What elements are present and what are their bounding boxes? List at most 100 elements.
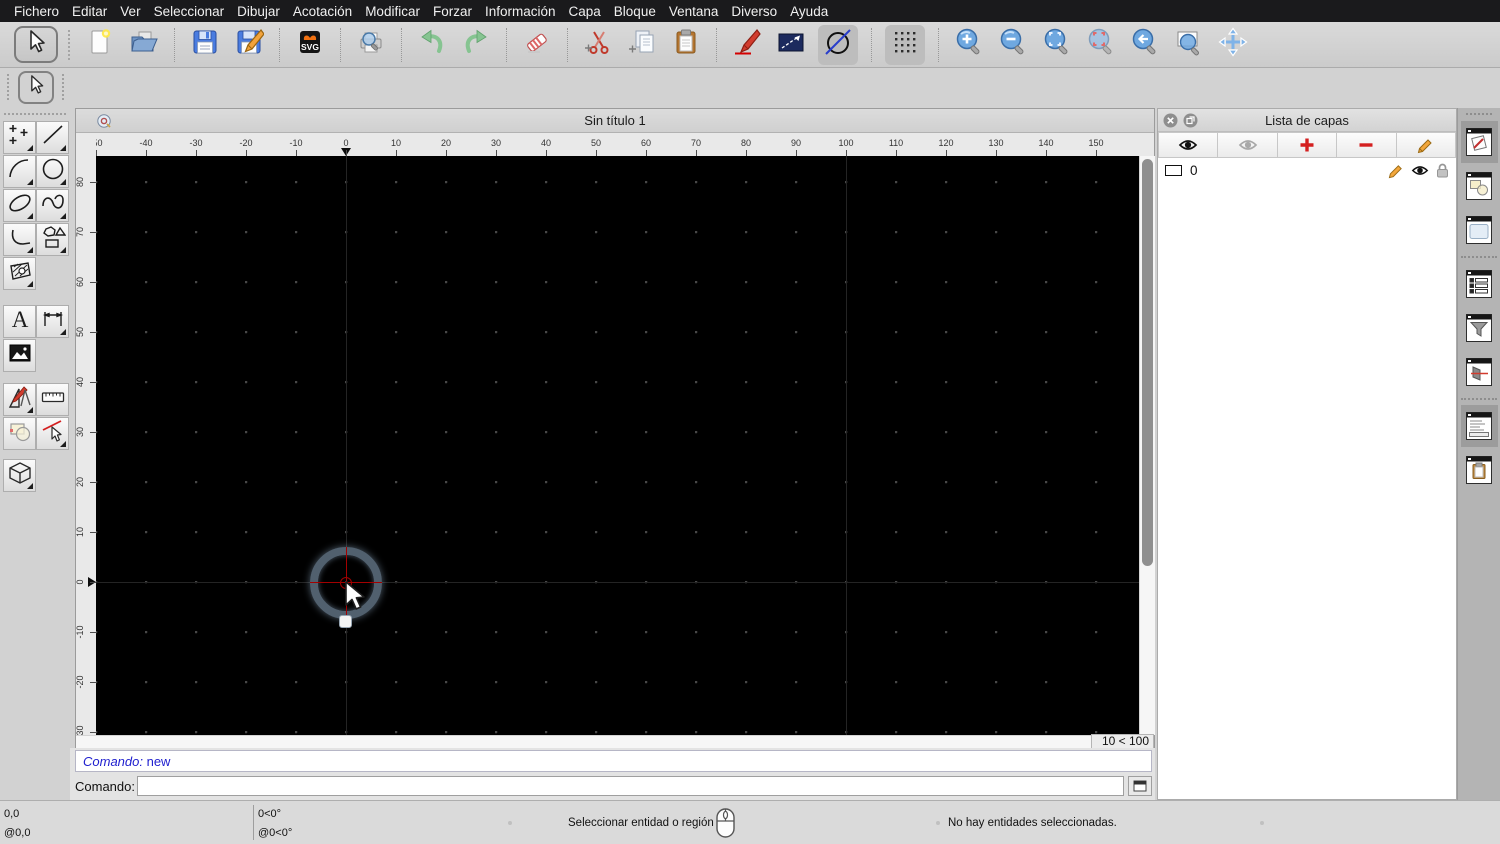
delete-button[interactable] (520, 27, 554, 63)
horizontal-scrollbar[interactable] (76, 735, 1091, 749)
pencil-icon (1388, 164, 1402, 178)
points-tool-button[interactable] (3, 121, 36, 154)
dock-layer-list-button[interactable] (1460, 121, 1498, 163)
command-dock-toggle-button[interactable] (1128, 776, 1152, 796)
h-ruler-label: 70 (690, 138, 701, 148)
solid-3d-tool-button[interactable] (3, 459, 36, 492)
statusbar-grip-dot (508, 821, 512, 825)
zoom-selected-button[interactable] (1084, 27, 1118, 63)
menu-item-seleccionar[interactable]: Seleccionar (154, 4, 225, 19)
menu-item-capa[interactable]: Capa (569, 4, 601, 19)
redo-button[interactable] (459, 27, 493, 63)
dock-dimension-tools-button[interactable] (1461, 351, 1498, 393)
grid-toggle-button[interactable] (885, 24, 925, 65)
zoom-out-button[interactable] (996, 27, 1030, 63)
attributes-tool-button[interactable] (36, 417, 69, 450)
export-svg-button[interactable]: SVG (293, 27, 327, 63)
spline-tool-button[interactable] (36, 189, 69, 222)
hide-all-layers-button[interactable] (1218, 132, 1278, 158)
vertical-scrollbar[interactable] (1139, 156, 1155, 735)
vertical-scrollbar-thumb[interactable] (1142, 159, 1153, 566)
polyline-tool-button[interactable] (3, 223, 36, 256)
menu-item-fichero[interactable]: Fichero (14, 4, 59, 19)
layer-visibility-button[interactable] (1411, 164, 1429, 177)
circle-tool-button[interactable] (36, 155, 69, 188)
drawing-canvas[interactable] (96, 156, 1139, 735)
menu-item-bloque[interactable]: Bloque (614, 4, 656, 19)
print-preview-button[interactable] (354, 27, 388, 63)
palette-drag-handle[interactable] (4, 113, 66, 115)
menu-item-forzar[interactable]: Forzar (433, 4, 472, 19)
ruler-icon (40, 384, 66, 415)
add-layer-button[interactable] (1277, 132, 1338, 158)
draft-mode-button[interactable] (818, 24, 858, 65)
menu-item-editar[interactable]: Editar (72, 4, 107, 19)
new-document-button[interactable] (83, 27, 117, 63)
layer-row[interactable]: 0 (1158, 158, 1456, 183)
open-file-button[interactable] (127, 27, 161, 63)
menu-item-ventana[interactable]: Ventana (669, 4, 719, 19)
drawing-titlebar[interactable]: Sin título 1 (76, 109, 1154, 133)
toolbar-drag-handle[interactable] (7, 74, 9, 100)
arc-tool-button[interactable] (3, 155, 36, 188)
menu-item-ayuda[interactable]: Ayuda (790, 4, 828, 19)
copy-button[interactable] (625, 27, 659, 63)
menu-item-dibujar[interactable]: Dibujar (237, 4, 280, 19)
layer-lock-button[interactable] (1436, 163, 1449, 178)
layer-panel-title: Lista de capas (1265, 113, 1349, 128)
command-input[interactable] (137, 776, 1124, 796)
toolbar-drag-handle[interactable] (68, 29, 72, 60)
ellipse-tool-button[interactable] (3, 189, 36, 222)
selection-status: No hay entidades seleccionadas. (948, 817, 1117, 829)
toolbar-drag-handle[interactable] (62, 74, 64, 100)
pen-attributes-button[interactable] (730, 27, 764, 63)
dock-drag-handle[interactable] (1466, 113, 1492, 115)
dock-clipboard-button[interactable] (1461, 449, 1498, 491)
show-all-layers-button[interactable] (1158, 132, 1219, 158)
menu-item-acotacion[interactable]: Acotación (293, 4, 352, 19)
zoom-previous-button[interactable] (1128, 27, 1162, 63)
relative-polar: @0<0° (258, 827, 293, 839)
line-attributes-button[interactable] (774, 27, 808, 63)
undo-button[interactable] (415, 27, 449, 63)
dock-block-list-button[interactable] (1461, 165, 1498, 207)
v-ruler-label: 40 (76, 377, 85, 388)
dimension-tool-button[interactable] (36, 305, 69, 338)
dock-entity-list-button[interactable] (1461, 263, 1498, 305)
remove-layer-button[interactable] (1337, 132, 1397, 158)
measure-tool-button[interactable] (36, 383, 69, 416)
edit-tools-button[interactable] (3, 383, 36, 416)
mouse-hint-icon (715, 807, 736, 842)
line-tool-button[interactable] (36, 121, 69, 154)
layer-edit-button[interactable] (1388, 163, 1404, 179)
dock-command-line-button[interactable] (1460, 405, 1498, 447)
zoom-auto-button[interactable] (1040, 27, 1074, 63)
save-as-button[interactable] (232, 27, 266, 63)
menu-item-modificar[interactable]: Modificar (365, 4, 420, 19)
text-tool-button[interactable]: A (3, 305, 36, 338)
cut-button[interactable] (581, 27, 615, 63)
image-tool-button[interactable] (3, 339, 36, 372)
image-icon (7, 340, 33, 371)
zoom-window-button[interactable] (1172, 27, 1206, 63)
menu-item-ver[interactable]: Ver (120, 4, 140, 19)
dock-selection-filter-button[interactable] (1461, 307, 1498, 349)
h-ruler-label: 120 (938, 138, 954, 148)
edit-layer-button[interactable] (1396, 132, 1457, 158)
zoom-in-button[interactable] (952, 27, 986, 63)
order-tool-button[interactable] (3, 417, 36, 450)
menu-item-informacion[interactable]: Información (485, 4, 556, 19)
dock-library-browser-button[interactable] (1461, 209, 1498, 251)
layer-color-swatch[interactable] (1165, 165, 1182, 176)
zoom-auto-icon (1042, 27, 1072, 62)
menu-item-diverso[interactable]: Diverso (731, 4, 777, 19)
save-button[interactable] (188, 27, 222, 63)
zoom-pan-button[interactable] (1216, 27, 1250, 63)
select-tool-button[interactable] (14, 26, 58, 63)
eraser-icon (522, 27, 552, 62)
paste-button[interactable] (669, 27, 703, 63)
select-tool-button-2[interactable] (18, 71, 54, 104)
polygon-tool-button[interactable] (36, 223, 69, 256)
library-window-icon (1466, 216, 1492, 244)
hatch-tool-button[interactable] (3, 257, 36, 290)
